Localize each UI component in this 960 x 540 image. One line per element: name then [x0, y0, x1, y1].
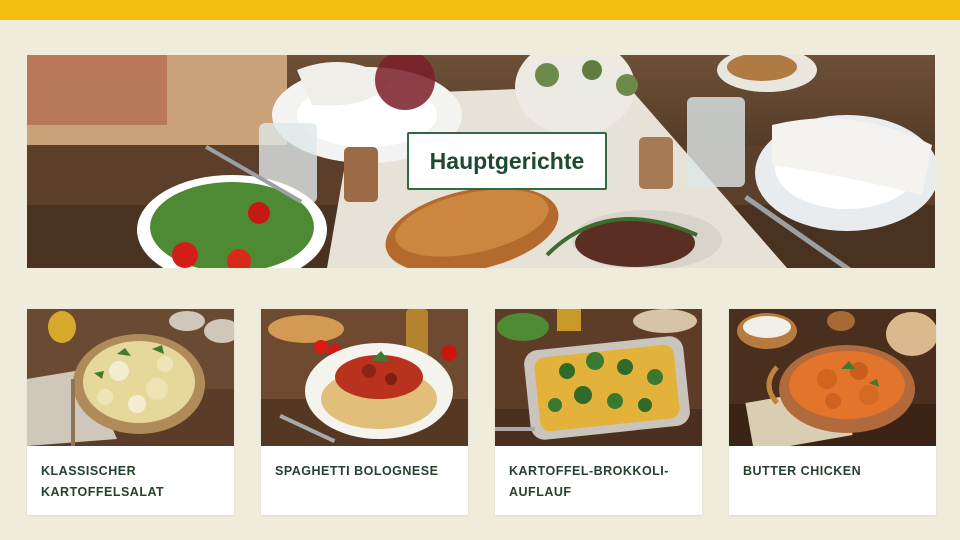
- recipe-image-spaghetti-bolognese[interactable]: [261, 309, 468, 446]
- category-title: Hauptgerichte: [407, 132, 607, 190]
- recipe-card-kartoffelsalat[interactable]: KLASSISCHER KARTOFFELSALAT: [27, 309, 234, 515]
- recipe-title[interactable]: KARTOFFEL-BROKKOLI-AUFLAUF: [509, 461, 694, 503]
- recipe-card-spaghetti-bolognese[interactable]: SPAGHETTI BOLOGNESE: [261, 309, 468, 515]
- recipe-image-kartoffel-brokkoli-auflauf[interactable]: [495, 309, 702, 446]
- category-hero-banner: Hauptgerichte: [27, 55, 935, 268]
- recipe-card-kartoffel-brokkoli-auflauf[interactable]: KARTOFFEL-BROKKOLI-AUFLAUF: [495, 309, 702, 515]
- recipe-card-butter-chicken[interactable]: BUTTER CHICKEN: [729, 309, 936, 515]
- recipe-image-butter-chicken[interactable]: [729, 309, 936, 446]
- recipe-title[interactable]: BUTTER CHICKEN: [743, 461, 928, 482]
- recipe-title[interactable]: KLASSISCHER KARTOFFELSALAT: [41, 461, 226, 503]
- top-accent-bar: [0, 0, 960, 20]
- recipe-title[interactable]: SPAGHETTI BOLOGNESE: [275, 461, 460, 482]
- recipe-image-kartoffelsalat[interactable]: [27, 309, 234, 446]
